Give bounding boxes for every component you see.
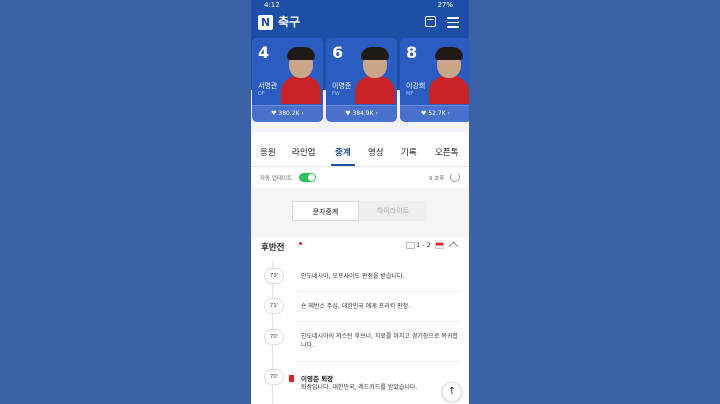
segment-highlight[interactable]: 하이라이트 (359, 201, 427, 221)
refresh-icon[interactable] (450, 172, 460, 182)
update-countdown: 9 초후 (429, 176, 445, 182)
red-card-icon (289, 375, 294, 382)
status-bar: 4:12 27% (251, 0, 469, 10)
like-button[interactable]: ♥ 380.2K › (252, 105, 323, 122)
naver-logo[interactable]: N (258, 15, 273, 30)
tab-bar: 응원 라인업 중계 영상 기록 오픈톡 (251, 140, 469, 167)
player-card[interactable]: 6 이영준 FW ♥ 384.9K › (326, 38, 397, 122)
app-header: N 축구 (251, 10, 469, 36)
player-name: 서명관 (258, 82, 278, 90)
divider (297, 291, 461, 292)
player-name: 이강희 (406, 82, 426, 90)
player-name: 이영준 (332, 82, 352, 90)
battery-level: 27% (437, 1, 453, 9)
event-text: 퇴장입니다. 대한민국, 레드카드를 받았습니다. (301, 384, 418, 391)
player-position: MF (406, 91, 414, 97)
player-number: 6 (332, 43, 344, 62)
player-photo (429, 46, 469, 104)
player-card[interactable]: 4 서명관 DF ♥ 380.2K › (252, 38, 323, 122)
scroll-top-button[interactable]: ↑ (442, 382, 462, 402)
event-minute: 70' (264, 369, 284, 385)
tab-lineup[interactable]: 라인업 (292, 146, 315, 158)
auto-update-toggle[interactable] (299, 173, 316, 182)
player-position: DF (258, 91, 265, 97)
live-dot (299, 242, 302, 245)
half-label: 후반전 (261, 243, 285, 253)
like-button[interactable]: ♥ 384.9K › (326, 105, 397, 122)
segment-live-text[interactable]: 문자중계 (292, 201, 359, 221)
phone-screen: 4:12 27% N 축구 4 서명관 DF ♥ 380.2K › 6 이영준 … (251, 0, 469, 404)
status-time: 4:12 (264, 1, 280, 9)
tab-open-talk[interactable]: 오픈톡 (435, 146, 458, 158)
event-minute: 73' (264, 268, 284, 284)
page-title: 축구 (278, 15, 301, 29)
event-text: 인도네시아, 오프사이드 판정을 받습니다. (301, 273, 405, 280)
player-card[interactable]: 8 이강희 MF ♥ 52.7K › (400, 38, 469, 122)
indonesia-flag-icon (435, 242, 444, 249)
auto-update-label: 자동 업데이트 (260, 176, 293, 182)
divider (297, 321, 461, 322)
player-photo (355, 46, 395, 104)
event-title: 이영준 퇴장 (301, 375, 334, 383)
like-count: 52.7K (428, 110, 446, 117)
player-number: 4 (258, 43, 270, 62)
player-position: FW (332, 91, 340, 97)
event-minute: 70' (264, 329, 284, 345)
like-count: 380.2K (278, 110, 300, 117)
event-text: 인도네시아의 저스틴 후브너, 치료를 마치고 경기장으로 복귀합니다. (301, 333, 458, 349)
player-number: 8 (406, 43, 418, 62)
tab-live[interactable]: 중계 (335, 146, 351, 158)
calendar-icon[interactable] (425, 16, 436, 27)
tab-video[interactable]: 영상 (368, 146, 384, 158)
menu-icon[interactable] (447, 17, 459, 28)
tab-record[interactable]: 기록 (401, 146, 417, 158)
korea-flag-icon (406, 242, 415, 249)
event-minute: 71' (264, 298, 284, 314)
score: 1 - 2 (416, 241, 431, 249)
tab-cheer[interactable]: 응원 (260, 146, 276, 158)
divider (297, 361, 461, 362)
chevron-up-icon[interactable] (448, 241, 459, 252)
event-text: 숀 에반스 주심, 대한민국 에게 프리킥 판정. (301, 303, 411, 310)
like-count: 384.9K (352, 110, 374, 117)
like-button[interactable]: ♥ 52.7K › (400, 105, 469, 122)
player-photo (281, 46, 321, 104)
active-tab-indicator (331, 164, 355, 166)
